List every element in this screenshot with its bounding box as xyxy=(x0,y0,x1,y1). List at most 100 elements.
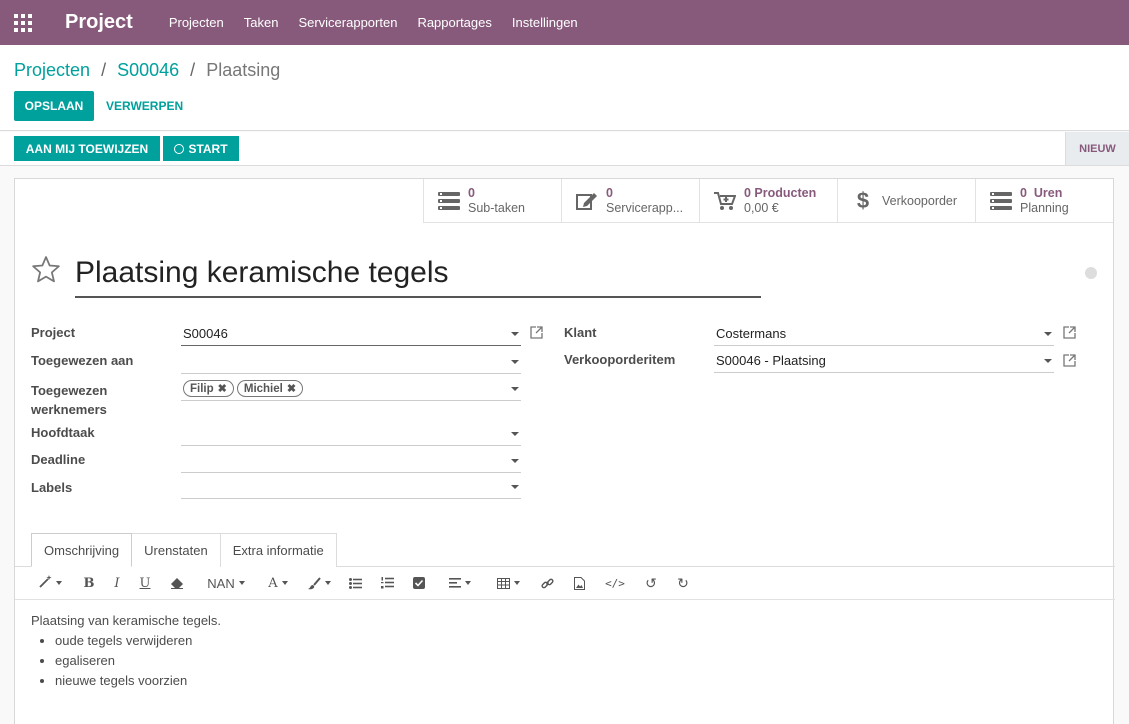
tab-description[interactable]: Omschrijving xyxy=(31,533,133,567)
chevron-down-icon[interactable] xyxy=(511,332,519,336)
image-icon[interactable] xyxy=(563,567,595,600)
reports-count: 0 xyxy=(606,186,613,200)
subtasks-smart-button[interactable]: 0 Sub-taken xyxy=(423,179,561,223)
status-bar: AAN MIJ TOEWIJZEN START NIEUW xyxy=(0,132,1129,166)
deadline-field[interactable] xyxy=(181,449,521,473)
discard-button[interactable]: VERWERPEN xyxy=(106,91,183,121)
save-button[interactable]: OPSLAAN xyxy=(14,91,94,121)
top-navbar: Project Projecten Taken Servicerapporten… xyxy=(0,0,1129,45)
products-smart-button[interactable]: 0 Producten 0,00 € xyxy=(699,179,837,223)
subtasks-count: 0 xyxy=(468,186,475,200)
stage-new[interactable]: NIEUW xyxy=(1065,132,1129,165)
notebook-tabs: Omschrijving Urenstaten Extra informatie xyxy=(31,533,337,567)
menu-item-servicerapporten[interactable]: Servicerapporten xyxy=(298,15,397,30)
sale-line-value: S00046 - Plaatsing xyxy=(716,353,826,368)
planning-unit: Uren xyxy=(1033,186,1063,200)
underline-icon[interactable]: U xyxy=(131,567,159,600)
chevron-down-icon[interactable] xyxy=(511,459,519,463)
planning-label: Planning xyxy=(1020,201,1069,215)
chevron-down-icon[interactable] xyxy=(511,360,519,364)
priority-star-icon[interactable] xyxy=(31,255,61,287)
labels-field[interactable] xyxy=(181,475,521,499)
breadcrumb-separator: / xyxy=(101,60,107,80)
remove-icon[interactable]: ✖ xyxy=(218,382,227,395)
bold-icon[interactable]: B xyxy=(75,567,103,600)
employees-field[interactable]: Filip ✖ Michiel ✖ xyxy=(181,377,521,401)
deadline-label: Deadline xyxy=(31,452,86,467)
link-icon[interactable] xyxy=(531,567,563,600)
dollar-icon: $ xyxy=(856,188,870,213)
menu-item-taken[interactable]: Taken xyxy=(244,15,279,30)
employees-label: Toegewezen werknemers xyxy=(31,383,108,417)
breadcrumb-current: Plaatsing xyxy=(206,60,281,80)
menu-item-instellingen[interactable]: Instellingen xyxy=(512,15,578,30)
redo-icon[interactable]: ↻ xyxy=(667,567,699,600)
external-link-icon[interactable] xyxy=(1063,326,1076,342)
font-color-dropdown[interactable]: A xyxy=(257,567,299,600)
customer-value: Costermans xyxy=(716,326,787,341)
apps-grid-icon[interactable] xyxy=(0,0,45,45)
sale-line-label: Verkooporderitem xyxy=(564,352,676,367)
tasks-icon xyxy=(988,192,1014,210)
menu-item-rapportages[interactable]: Rapportages xyxy=(417,15,491,30)
remove-icon[interactable]: ✖ xyxy=(287,382,296,395)
sale-order-smart-button[interactable]: $ Verkooporder xyxy=(837,179,975,223)
subtasks-label: Sub-taken xyxy=(468,201,525,215)
breadcrumb-project[interactable]: S00046 xyxy=(117,60,179,80)
project-field[interactable]: S00046 xyxy=(181,322,521,346)
breadcrumb: Projecten / S00046 / Plaatsing xyxy=(14,60,280,81)
breadcrumb-projecten[interactable]: Projecten xyxy=(14,60,90,80)
start-button[interactable]: START xyxy=(163,136,239,161)
eraser-icon[interactable] xyxy=(159,567,195,600)
paint-brush-icon[interactable] xyxy=(299,567,339,600)
font-size-dropdown[interactable]: NAN xyxy=(195,567,257,600)
bullet-list-icon[interactable] xyxy=(339,567,371,600)
customer-field[interactable]: Costermans xyxy=(714,322,1054,346)
chevron-down-icon[interactable] xyxy=(1044,359,1052,363)
planning-count: 0 xyxy=(1020,186,1027,200)
smart-button-box: 0 Sub-taken 0 Servicerapp... 0 Producten 0,… xyxy=(423,179,1113,223)
employee-tag: Michiel ✖ xyxy=(236,380,304,397)
chevron-down-icon[interactable] xyxy=(511,387,519,391)
cart-icon xyxy=(712,191,738,211)
undo-icon[interactable]: ↺ xyxy=(635,567,667,600)
code-view-icon[interactable]: </> xyxy=(595,567,635,600)
table-dropdown[interactable] xyxy=(485,567,531,600)
assigned-to-field[interactable] xyxy=(181,350,521,374)
start-button-label: START xyxy=(188,141,228,156)
description-list: oude tegels verwijderen egaliseren nieuw… xyxy=(55,631,221,691)
chevron-down-icon[interactable] xyxy=(511,432,519,436)
checklist-icon[interactable] xyxy=(403,567,435,600)
italic-icon[interactable]: I xyxy=(103,567,131,600)
sale-line-field[interactable]: S00046 - Plaatsing xyxy=(714,349,1054,373)
magic-wand-icon xyxy=(39,575,52,591)
chevron-down-icon[interactable] xyxy=(511,485,519,489)
description-intro: Plaatsing van keramische tegels. xyxy=(31,613,222,628)
external-link-icon[interactable] xyxy=(530,326,543,342)
reports-label: Servicerapp... xyxy=(606,201,684,215)
project-value: S00046 xyxy=(183,326,228,341)
numbered-list-icon[interactable] xyxy=(371,567,403,600)
list-item: egaliseren xyxy=(55,651,221,671)
external-link-icon[interactable] xyxy=(1063,354,1076,370)
font-color-icon: A xyxy=(268,575,278,591)
kanban-state-dot[interactable] xyxy=(1085,267,1097,279)
reports-smart-button[interactable]: 0 Servicerapp... xyxy=(561,179,699,223)
tab-extra-info[interactable]: Extra informatie xyxy=(219,533,337,567)
products-amount: 0,00 € xyxy=(744,201,779,215)
planning-smart-button[interactable]: 0 Uren Planning xyxy=(975,179,1113,223)
parent-task-field[interactable] xyxy=(181,422,521,446)
assign-to-me-button[interactable]: AAN MIJ TOEWIJZEN xyxy=(14,136,160,161)
app-title[interactable]: Project xyxy=(65,11,133,34)
sale-order-label: Verkooporder xyxy=(882,194,958,208)
style-dropdown[interactable] xyxy=(39,567,75,600)
description-editor[interactable]: Plaatsing van keramische tegels. oude te… xyxy=(31,611,221,691)
edit-icon xyxy=(574,191,600,211)
tab-timesheets[interactable]: Urenstaten xyxy=(131,533,221,567)
align-dropdown[interactable] xyxy=(435,567,485,600)
task-title-input[interactable]: Plaatsing keramische tegels xyxy=(75,253,761,298)
chevron-down-icon[interactable] xyxy=(1044,332,1052,336)
menu-item-projecten[interactable]: Projecten xyxy=(169,15,224,30)
labels-label: Labels xyxy=(31,480,73,495)
control-panel: Projecten / S00046 / Plaatsing OPSLAAN V… xyxy=(0,45,1129,131)
